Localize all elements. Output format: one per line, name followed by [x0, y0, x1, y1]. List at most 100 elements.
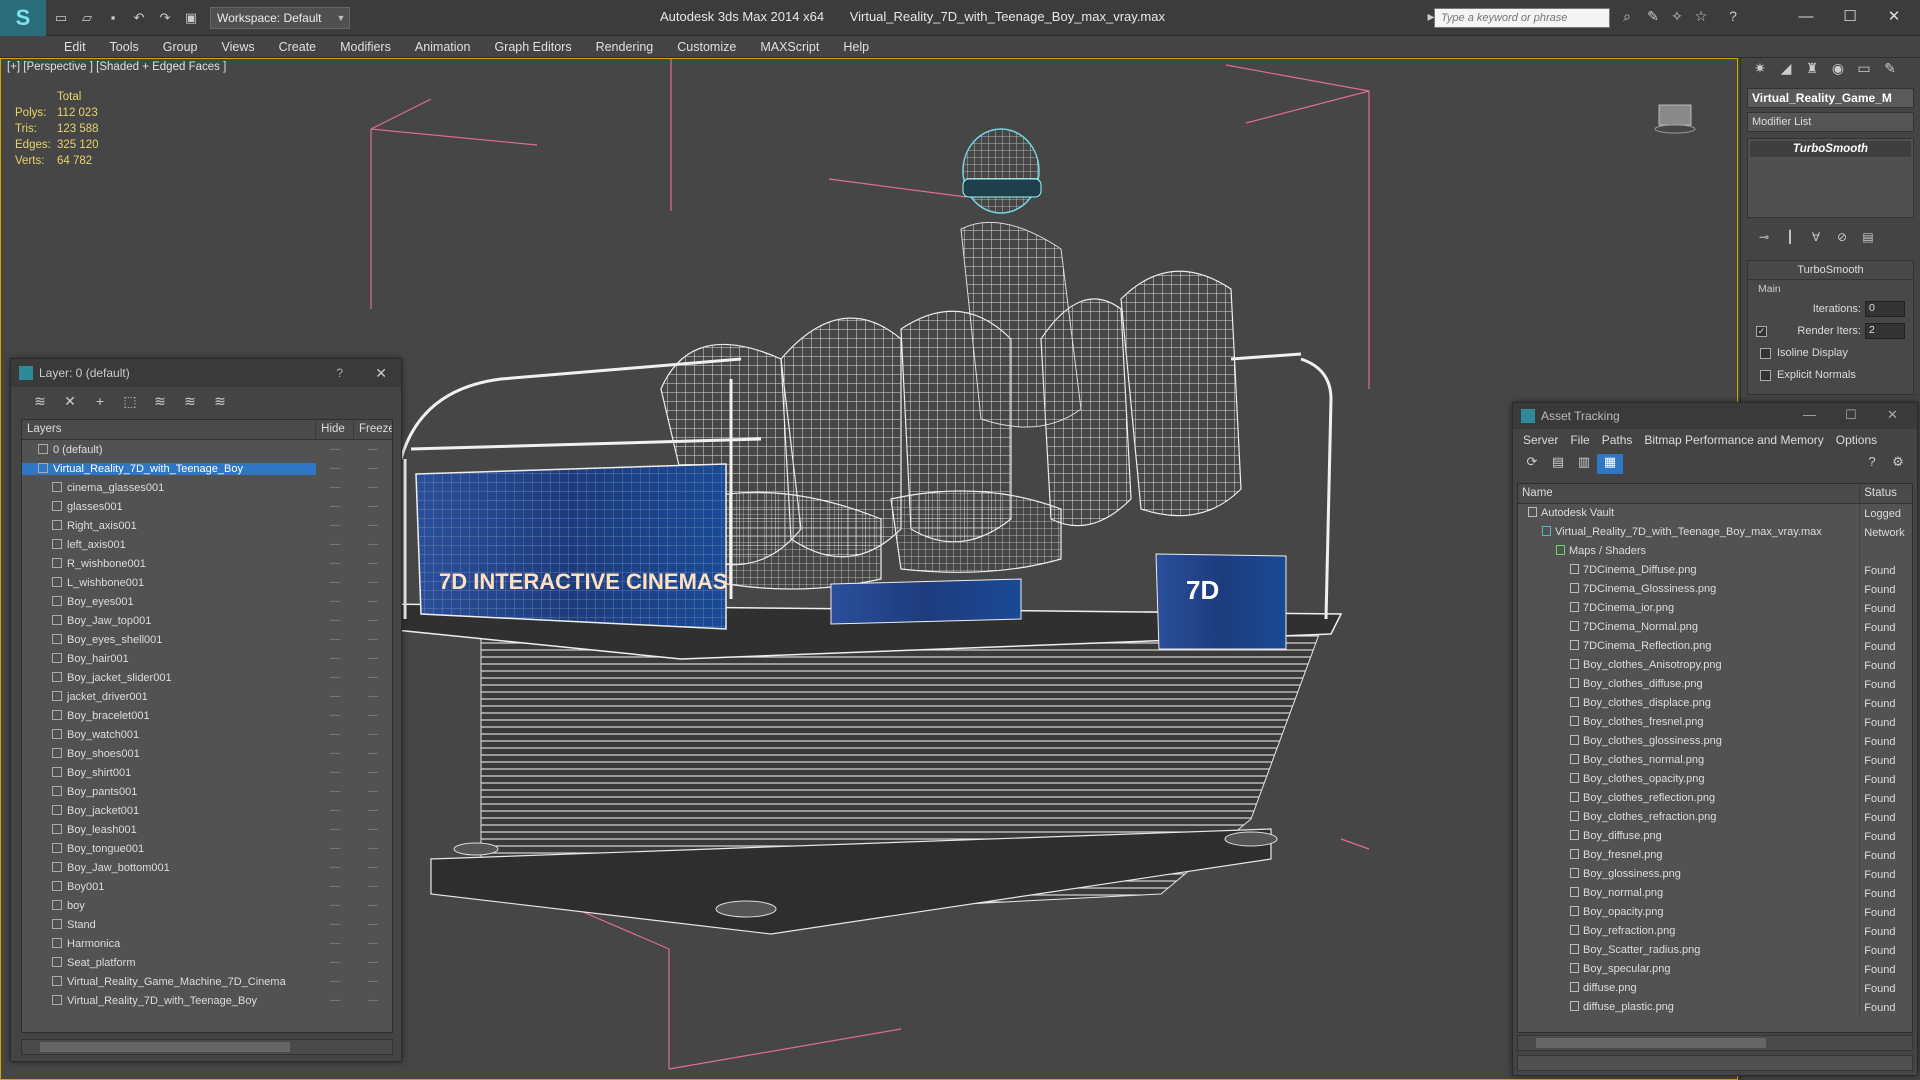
layer-row[interactable]: Boy_eyes_shell001 — — — [22, 630, 392, 649]
freeze-toggle[interactable]: — — [354, 862, 392, 873]
create-layer-icon[interactable]: ≋ — [25, 390, 55, 412]
hide-toggle[interactable]: — — [316, 919, 354, 930]
column-hide[interactable]: Hide — [316, 420, 354, 439]
hide-toggle[interactable]: — — [316, 520, 354, 531]
make-unique-icon[interactable]: ∀ — [1803, 230, 1829, 244]
layer-row[interactable]: Boy_jacket_slider001 — — — [22, 668, 392, 687]
viewcube-icon[interactable] — [1653, 95, 1697, 135]
freeze-toggle[interactable]: — — [354, 672, 392, 683]
freeze-toggle[interactable]: — — [354, 691, 392, 702]
freeze-toggle[interactable]: — — [354, 881, 392, 892]
asset-tracking-dialog[interactable]: Asset Tracking — ☐ ✕ Server File Paths B… — [1512, 402, 1918, 1076]
hide-toggle[interactable]: — — [316, 634, 354, 645]
layer-row[interactable]: Virtual_Reality_Game_Machine_7D_Cinema — — — [22, 972, 392, 991]
freeze-toggle[interactable]: — — [354, 843, 392, 854]
menu-help[interactable]: Help — [831, 40, 881, 54]
freeze-all-icon[interactable]: ≋ — [205, 390, 235, 412]
communication-icon[interactable]: ✎ — [1642, 8, 1664, 28]
layer-row[interactable]: Boy_shirt001 — — — [22, 763, 392, 782]
save-icon[interactable]: ▪ — [102, 7, 124, 29]
table-view-icon[interactable]: ▦ — [1597, 454, 1623, 474]
layer-row[interactable]: Boy_tongue001 — — — [22, 839, 392, 858]
hide-toggle[interactable]: — — [316, 824, 354, 835]
menu-graph-editors[interactable]: Graph Editors — [482, 40, 583, 54]
freeze-toggle[interactable]: — — [354, 995, 392, 1006]
minimize-icon[interactable]: — — [1803, 407, 1816, 422]
freeze-toggle[interactable]: — — [354, 444, 392, 455]
menu-animation[interactable]: Animation — [403, 40, 483, 54]
freeze-toggle[interactable]: — — [354, 805, 392, 816]
freeze-toggle[interactable]: — — [354, 900, 392, 911]
search-input[interactable] — [1434, 8, 1610, 28]
modify-tab-icon[interactable]: ◢ — [1773, 60, 1799, 82]
new-file-icon[interactable]: ▭ — [50, 7, 72, 29]
iterations-spinner[interactable]: 0 — [1865, 301, 1905, 317]
modifier-stack-entry[interactable]: TurboSmooth — [1750, 141, 1911, 157]
asset-dialog-titlebar[interactable]: Asset Tracking — ☐ ✕ — [1513, 403, 1917, 429]
asset-row[interactable]: Boy_clothes_fresnel.png Found — [1518, 713, 1912, 732]
layer-dialog-titlebar[interactable]: Layer: 0 (default) ? ✕ — [11, 359, 401, 387]
asset-row[interactable]: Maps / Shaders — [1518, 542, 1912, 561]
menu-group[interactable]: Group — [151, 40, 210, 54]
undo-icon[interactable]: ↶ — [128, 7, 150, 29]
column-status[interactable]: Status — [1860, 484, 1912, 503]
freeze-toggle[interactable]: — — [354, 539, 392, 550]
menu-paths[interactable]: Paths — [1596, 433, 1639, 447]
render-iters-checkbox[interactable]: ✓ — [1756, 325, 1767, 337]
asset-row[interactable]: Boy_refraction.png Found — [1518, 922, 1912, 941]
layer-row[interactable]: Right_axis001 — — — [22, 516, 392, 535]
layer-row[interactable]: Virtual_Reality_7D_with_Teenage_Boy — — — [22, 991, 392, 1010]
hide-toggle[interactable]: — — [316, 558, 354, 569]
asset-row[interactable]: Boy_clothes_Anisotropy.png Found — [1518, 656, 1912, 675]
hide-toggle[interactable]: — — [316, 615, 354, 626]
workspace-dropdown[interactable]: Workspace: Default ▼ — [210, 6, 350, 29]
freeze-toggle[interactable]: — — [354, 976, 392, 987]
exchange-icon[interactable]: ✧ — [1666, 8, 1688, 28]
layer-row[interactable]: Stand — — — [22, 915, 392, 934]
layer-row[interactable]: Boy_hair001 — — — [22, 649, 392, 668]
help-icon[interactable]: ? — [1859, 454, 1885, 474]
select-objects-icon[interactable]: ⬚ — [115, 390, 145, 412]
modifier-stack[interactable]: TurboSmooth — [1747, 138, 1914, 218]
add-to-layer-icon[interactable]: + — [85, 390, 115, 412]
render-iters-spinner[interactable]: 2 — [1865, 323, 1905, 339]
hide-toggle[interactable]: — — [316, 577, 354, 588]
horizontal-scrollbar[interactable] — [21, 1039, 393, 1055]
asset-row[interactable]: Boy_fresnel.png Found — [1518, 846, 1912, 865]
layer-list[interactable]: Layers Hide Freeze 0 (default) — — Virtual_… — [21, 419, 393, 1033]
layer-row[interactable]: Boy_jacket001 — — — [22, 801, 392, 820]
asset-row[interactable]: diffuse_plastic.png Found — [1518, 998, 1912, 1017]
horizontal-scrollbar[interactable] — [1517, 1035, 1913, 1051]
menu-edit[interactable]: Edit — [52, 40, 98, 54]
layer-row[interactable]: Boy_leash001 — — — [22, 820, 392, 839]
asset-row[interactable]: Boy_clothes_normal.png Found — [1518, 751, 1912, 770]
freeze-toggle[interactable]: — — [354, 710, 392, 721]
maximize-button[interactable]: ☐ — [1830, 4, 1870, 30]
asset-row[interactable]: Boy_clothes_opacity.png Found — [1518, 770, 1912, 789]
asset-row[interactable]: Boy_glossiness.png Found — [1518, 865, 1912, 884]
hide-toggle[interactable]: — — [316, 843, 354, 854]
hide-toggle[interactable]: — — [316, 653, 354, 664]
close-icon[interactable]: ✕ — [1887, 407, 1898, 423]
menu-server[interactable]: Server — [1517, 433, 1564, 447]
open-file-icon[interactable]: ▱ — [76, 7, 98, 29]
freeze-toggle[interactable]: — — [354, 786, 392, 797]
asset-row[interactable]: 7DCinema_Diffuse.png Found — [1518, 561, 1912, 580]
freeze-toggle[interactable]: — — [354, 748, 392, 759]
hide-toggle[interactable]: — — [316, 976, 354, 987]
layer-row[interactable]: Virtual_Reality_7D_with_Teenage_Boy — — — [22, 459, 392, 478]
layer-row[interactable]: Boy_shoes001 — — — [22, 744, 392, 763]
hide-toggle[interactable]: — — [316, 482, 354, 493]
asset-row[interactable]: Boy_specular.png Found — [1518, 960, 1912, 979]
hide-toggle[interactable]: — — [316, 786, 354, 797]
layer-row[interactable]: Boy_Jaw_top001 — — — [22, 611, 392, 630]
asset-row[interactable]: Boy_normal.png Found — [1518, 884, 1912, 903]
hide-toggle[interactable]: — — [316, 957, 354, 968]
delete-layer-icon[interactable]: ✕ — [55, 390, 85, 412]
menu-maxscript[interactable]: MAXScript — [748, 40, 831, 54]
remove-modifier-icon[interactable]: ⊘ — [1829, 230, 1855, 244]
app-logo-icon[interactable]: S — [0, 0, 46, 36]
asset-row[interactable]: 7DCinema_Glossiness.png Found — [1518, 580, 1912, 599]
asset-row[interactable]: Boy_clothes_glossiness.png Found — [1518, 732, 1912, 751]
close-icon[interactable]: ✕ — [375, 365, 387, 382]
